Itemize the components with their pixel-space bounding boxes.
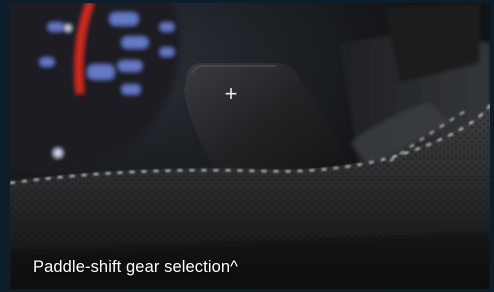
paddle-plus-symbol: + [225, 81, 238, 106]
image-caption: Paddle-shift gear selection^ [33, 258, 238, 276]
image-frame: + Paddle-shift gear selection^ [0, 0, 494, 292]
car-interior-photo: + [10, 3, 490, 289]
steering-wheel-paddle-illustration: + [10, 3, 490, 289]
